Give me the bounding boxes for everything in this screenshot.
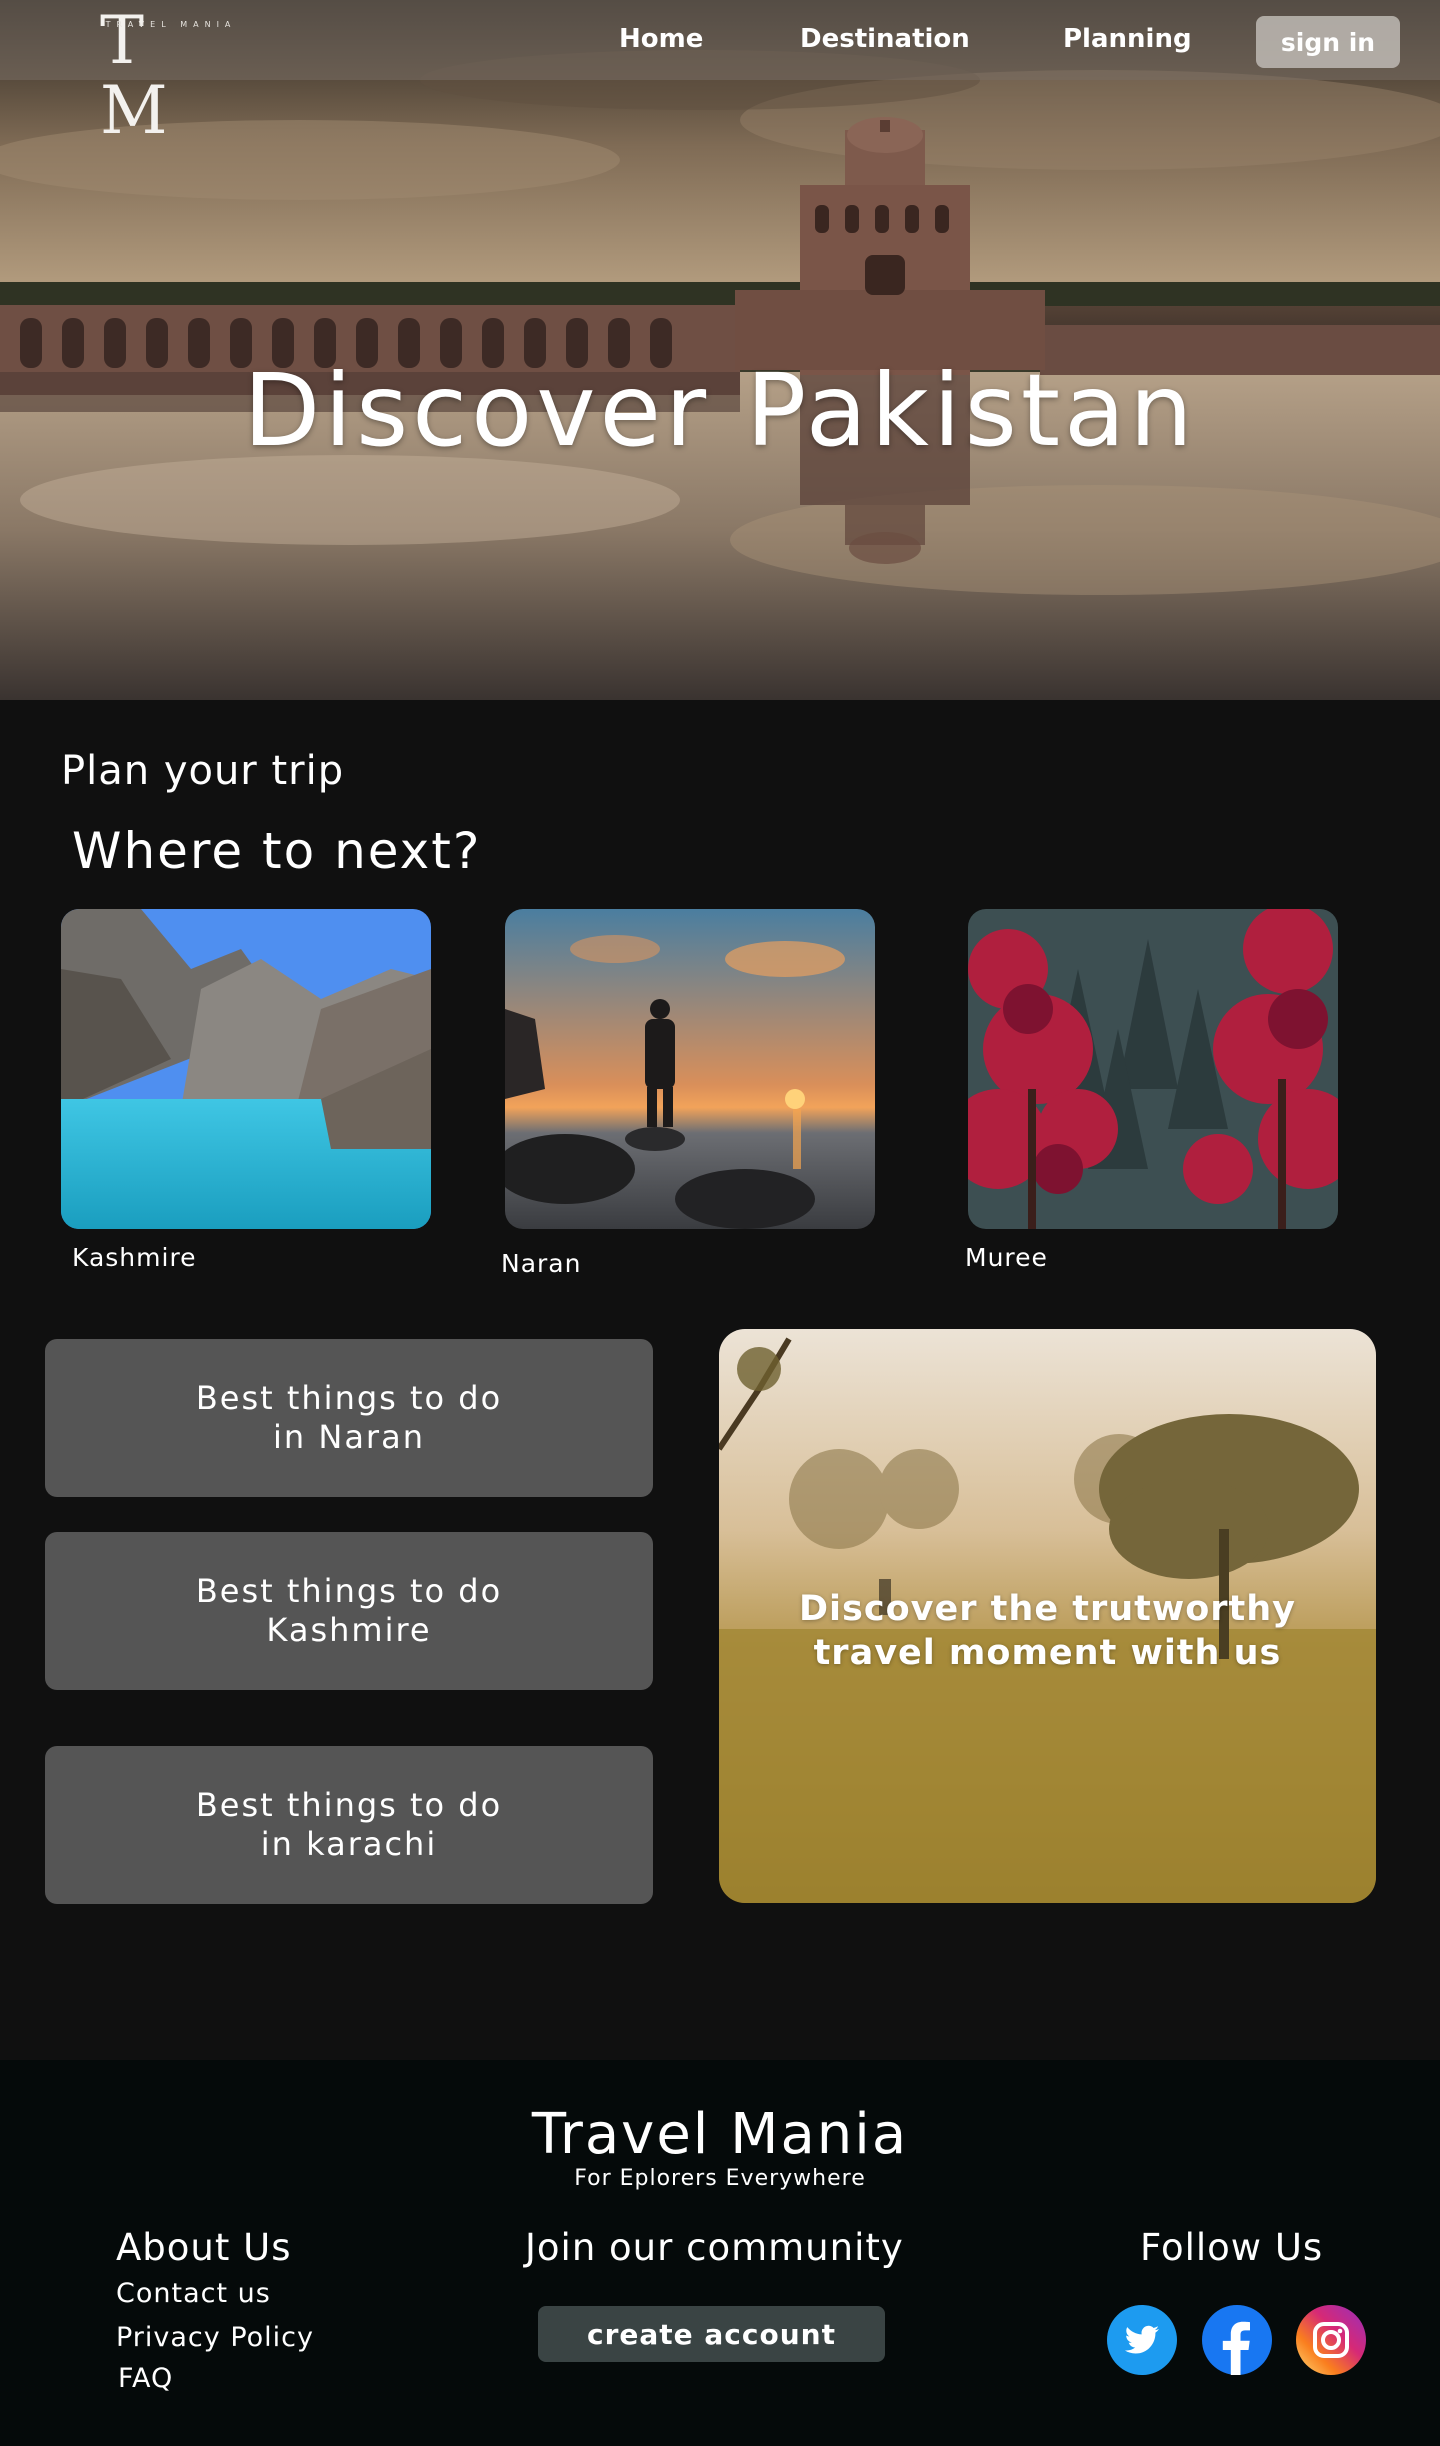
muree-image	[968, 909, 1338, 1229]
promo-card[interactable]: Discover the trutworthy travel moment wi…	[719, 1329, 1376, 1903]
logo-subtitle: TRAVEL MANIA	[105, 20, 237, 29]
things-to-do-naran-button[interactable]: Best things to do in Naran	[45, 1339, 653, 1497]
destination-label-naran: Naran	[501, 1249, 582, 1278]
instagram-icon[interactable]	[1296, 2305, 1366, 2375]
destination-label-muree: Muree	[965, 1243, 1048, 1272]
logo-letters: T M	[100, 2, 196, 149]
todo-line2: in Naran	[273, 1418, 425, 1456]
nav-home-link[interactable]: Home	[619, 24, 703, 54]
footer: Travel Mania For Eplorers Everywhere Abo…	[0, 2060, 1440, 2446]
things-to-do-kashmire-button[interactable]: Best things to do Kashmire	[45, 1532, 653, 1690]
footer-tagline: For Eplorers Everywhere	[574, 2166, 866, 2191]
hero-title: Discover Pakistan	[243, 352, 1197, 469]
destination-card-muree[interactable]	[968, 909, 1338, 1229]
join-community-heading: Join our community	[525, 2226, 904, 2269]
promo-text: Discover the trutworthy travel moment wi…	[799, 1589, 1296, 1673]
kashmire-image	[61, 909, 431, 1229]
nav-planning-link[interactable]: Planning	[1063, 24, 1192, 54]
footer-brand: Travel Mania	[531, 2102, 909, 2167]
where-to-next-heading: Where to next?	[72, 822, 482, 880]
facebook-icon[interactable]	[1202, 2305, 1272, 2375]
sign-in-button[interactable]: sign in	[1256, 16, 1400, 68]
todo-line1: Best things to do	[195, 1786, 503, 1824]
top-navbar: T M TRAVEL MANIA Home Destination Planni…	[0, 0, 1440, 149]
hero-banner: Discover Pakistan	[0, 0, 1440, 700]
brand-logo[interactable]: T M TRAVEL MANIA	[80, 2, 260, 149]
plan-eyebrow: Plan your trip	[61, 748, 345, 794]
contact-us-link[interactable]: Contact us	[116, 2278, 271, 2309]
privacy-policy-link[interactable]: Privacy Policy	[116, 2322, 314, 2353]
todo-line1: Best things to do	[195, 1572, 503, 1610]
destination-card-naran[interactable]	[505, 909, 875, 1229]
hero-image	[0, 0, 1440, 700]
create-account-button[interactable]: create account	[538, 2306, 885, 2362]
faq-link[interactable]: FAQ	[118, 2363, 173, 2394]
follow-us-heading: Follow Us	[1140, 2226, 1324, 2269]
todo-line2: in karachi	[260, 1825, 438, 1863]
todo-line1: Best things to do	[195, 1379, 503, 1417]
twitter-icon[interactable]	[1107, 2305, 1177, 2375]
destination-card-kashmire[interactable]	[61, 909, 431, 1229]
things-to-do-karachi-button[interactable]: Best things to do in karachi	[45, 1746, 653, 1904]
destination-label-kashmire: Kashmire	[72, 1243, 197, 1272]
about-us-heading: About Us	[116, 2226, 292, 2269]
todo-line2: Kashmire	[266, 1611, 432, 1649]
nav-destination-link[interactable]: Destination	[800, 24, 970, 54]
naran-image	[505, 909, 875, 1229]
